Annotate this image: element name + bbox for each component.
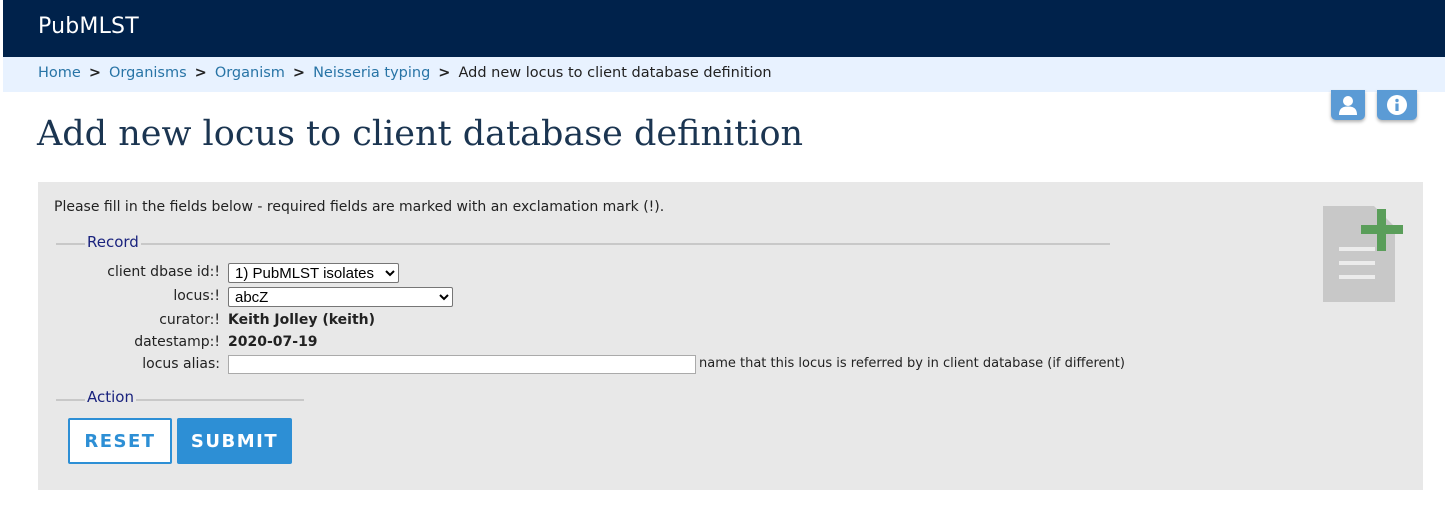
datestamp-label: datestamp:! [134, 334, 220, 350]
form-panel: Please fill in the fields below - requir… [38, 182, 1423, 490]
submit-button[interactable]: SUBMIT [177, 418, 292, 464]
datestamp-value: 2020-07-19 [228, 334, 318, 350]
info-button[interactable] [1377, 90, 1417, 120]
client-dbase-id-select[interactable]: 1) PubMLST isolates [228, 263, 399, 283]
info-icon [1387, 95, 1407, 115]
reset-button[interactable]: RESET [68, 418, 172, 464]
form-intro: Please fill in the fields below - requir… [54, 199, 665, 215]
locus-alias-input[interactable] [228, 355, 696, 374]
add-record-icon [1323, 206, 1403, 302]
breadcrumb-separator: > [194, 65, 207, 81]
breadcrumb-current: Add new locus to client database definit… [458, 65, 772, 81]
page-title: Add new locus to client database definit… [37, 114, 804, 154]
client-dbase-id-label: client dbase id:! [107, 264, 220, 280]
breadcrumb-organisms[interactable]: Organisms [109, 65, 187, 81]
breadcrumb-home[interactable]: Home [38, 65, 81, 81]
curator-value: Keith Jolley (keith) [228, 312, 376, 328]
breadcrumb-separator: > [88, 65, 101, 81]
breadcrumb-separator: > [438, 65, 451, 81]
curator-label: curator:! [159, 312, 220, 328]
locus-label: locus:! [173, 288, 220, 304]
action-legend: Action [85, 388, 136, 406]
breadcrumb-organism[interactable]: Organism [215, 65, 285, 81]
locus-alias-label: locus alias: [142, 356, 220, 372]
user-icon [1339, 96, 1357, 115]
record-fieldset-border [56, 243, 1110, 245]
brand-title[interactable]: PubMLST [38, 14, 139, 39]
user-button[interactable] [1331, 90, 1365, 120]
locus-alias-hint: name that this locus is referred by in c… [699, 356, 1125, 371]
top-header: PubMLST [3, 0, 1445, 57]
breadcrumb-separator: > [292, 65, 306, 81]
breadcrumb: Home > Organisms > Organism > Neisseria typing… [3, 57, 1445, 92]
breadcrumb-neisseria-typing[interactable]: Neisseria typing [313, 65, 430, 81]
record-legend: Record [85, 233, 141, 251]
locus-select[interactable]: abcZ [228, 287, 453, 307]
